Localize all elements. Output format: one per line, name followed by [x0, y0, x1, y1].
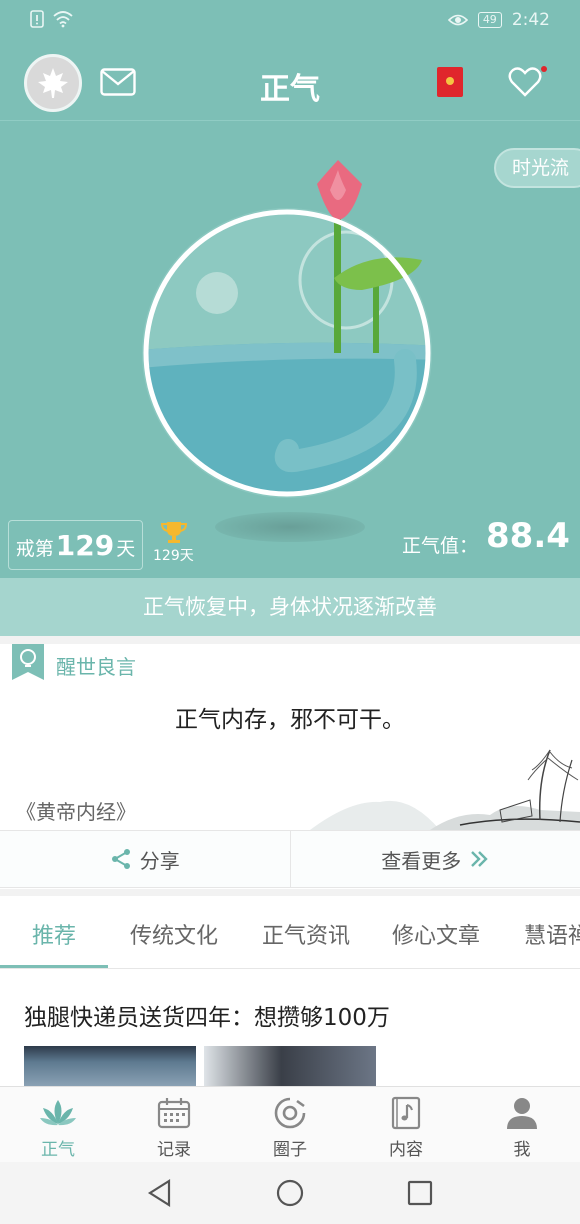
system-navigation-bar: [0, 1162, 580, 1224]
back-triangle-icon: [147, 1179, 171, 1207]
status-time: 2:42: [511, 10, 550, 30]
status-message: 正气恢复中，身体状况逐渐改善: [0, 578, 580, 636]
nav-item-me[interactable]: 我: [464, 1087, 580, 1162]
header: 正气: [0, 50, 580, 116]
bottom-nav: 正气 记录 圈子 内容 我: [0, 1086, 580, 1162]
quote-source: 《黄帝内经》: [16, 800, 136, 824]
zhengqi-label: 正气值：: [402, 535, 479, 557]
red-packet-icon[interactable]: [437, 67, 463, 97]
home-circle-icon: [276, 1179, 304, 1207]
abstain-days-box[interactable]: 戒第 129 天: [8, 520, 143, 570]
content-feed: 推荐 传统文化 正气资讯 修心文章 慧语禅 独腿快递员送货四年：想攒够100万: [0, 896, 580, 1086]
nav-label: 我: [513, 1140, 531, 1160]
share-label: 分享: [139, 848, 180, 873]
days-unit: 天: [116, 538, 136, 560]
back-button[interactable]: [95, 1179, 225, 1207]
home-button[interactable]: [225, 1179, 355, 1207]
view-more-button[interactable]: 查看更多: [291, 831, 580, 887]
quote-card: 醒世良言 正气内存，邪不可干。 《黄帝内经》 分享 查看更多: [0, 644, 580, 889]
days-count: 129: [55, 529, 115, 562]
recents-square-icon: [407, 1180, 433, 1206]
nav-label: 正气: [41, 1140, 75, 1160]
share-icon: [111, 849, 130, 869]
ink-landscape-illustration: [310, 749, 580, 830]
nav-item-record[interactable]: 记录: [116, 1087, 232, 1162]
time-flow-button[interactable]: 时光流: [494, 148, 580, 188]
top-area: 49 2:42 正气 时光流 戒第 129 天 129天 正气值： 88.4: [0, 0, 580, 578]
nav-item-content[interactable]: 内容: [348, 1087, 464, 1162]
nav-label: 圈子: [273, 1140, 307, 1160]
tab-recommend[interactable]: 推荐: [32, 918, 76, 950]
nav-label: 记录: [157, 1140, 191, 1160]
battery-indicator: 49: [477, 12, 502, 28]
days-prefix: 戒第: [15, 538, 54, 560]
share-button[interactable]: 分享: [0, 831, 291, 887]
category-tabs: 推荐 传统文化 正气资讯 修心文章 慧语禅: [0, 896, 580, 969]
trophy-icon: [160, 522, 188, 543]
view-more-label: 查看更多: [381, 848, 462, 873]
tab-wisdom-zen[interactable]: 慧语禅: [524, 918, 580, 950]
header-divider: [0, 120, 580, 121]
double-chevron-right-icon: [471, 851, 488, 867]
heart-icon[interactable]: [508, 66, 548, 98]
calendar-icon: [157, 1098, 191, 1129]
lightbulb-icon: [12, 644, 44, 680]
tab-zhengqi-news[interactable]: 正气资讯: [262, 918, 350, 950]
article-thumbnail[interactable]: [24, 1046, 196, 1086]
quote-text: 正气内存，邪不可干。: [175, 707, 405, 733]
page-title: 正气: [260, 72, 320, 107]
tab-mind-articles[interactable]: 修心文章: [392, 918, 480, 950]
lotus-bowl-illustration: [142, 160, 432, 498]
lotus-icon: [40, 1100, 76, 1126]
circle-icon: [274, 1097, 306, 1129]
status-bar: 49 2:42: [0, 0, 580, 44]
eye-comfort-icon: [447, 14, 468, 26]
music-book-icon: [391, 1096, 421, 1130]
best-record: 129天: [153, 548, 194, 564]
article-title[interactable]: 独腿快递员送货四年：想攒够100万: [24, 998, 390, 1032]
tab-traditional-culture[interactable]: 传统文化: [130, 918, 218, 950]
recents-button[interactable]: [355, 1180, 485, 1206]
zhengqi-value: 88.4: [486, 516, 570, 556]
nav-item-zhengqi[interactable]: 正气: [0, 1087, 116, 1162]
tab-active-indicator: [0, 965, 108, 968]
nav-item-circle[interactable]: 圈子: [232, 1087, 348, 1162]
article-thumbnail[interactable]: [204, 1046, 376, 1086]
quote-section-title: 醒世良言: [56, 655, 136, 679]
sim-alert-icon: [30, 10, 44, 28]
quote-actions: 分享 查看更多: [0, 830, 580, 888]
person-icon: [507, 1098, 537, 1129]
wifi-icon: [53, 11, 73, 28]
nav-label: 内容: [389, 1140, 423, 1160]
